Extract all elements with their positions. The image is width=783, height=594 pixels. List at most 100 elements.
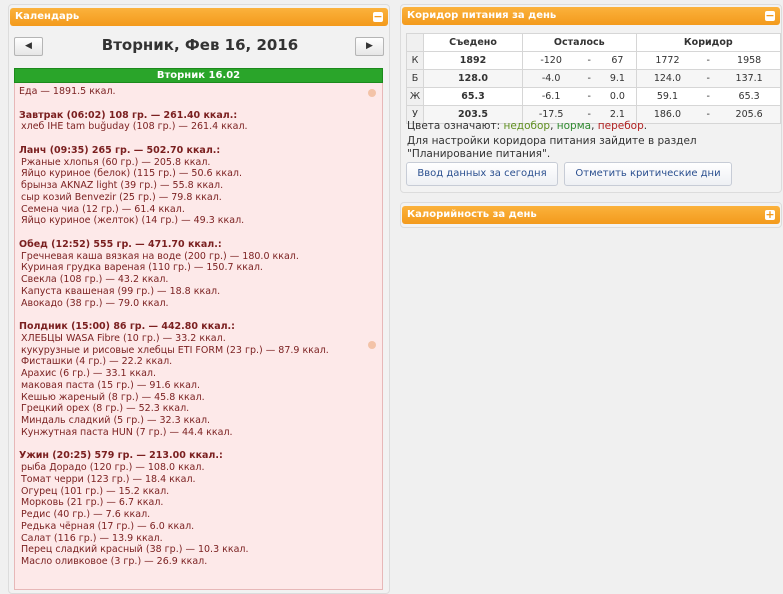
next-day-button[interactable]: ▶ (355, 37, 384, 56)
table-row: Б 128.0 -4.0-9.1 124.0-137.1 (406, 69, 782, 88)
remaining-sep: - (579, 51, 600, 70)
food-total: Еда — 1891.5 ккал. (19, 86, 116, 97)
corridor-min: 124.0 (635, 69, 699, 88)
corridor-sep: - (698, 87, 719, 106)
food-item: кукурузные и рисовые хлебцы ETI FORM (23… (21, 344, 329, 356)
corridor-max: 1958 (718, 51, 782, 70)
eaten-value: 1892 (423, 51, 523, 70)
row-label: Ж (406, 87, 424, 106)
calendar-header[interactable]: Календарь − (10, 8, 388, 26)
corridor-min: 59.1 (635, 87, 699, 106)
food-item: хлеб IHE tam buğuday (108 гр.) — 261.4 к… (21, 121, 248, 133)
remaining-min: -120 (522, 51, 580, 70)
food-item: Перец сладкий красный (38 гр.) — 10.3 кк… (21, 544, 249, 556)
food-item: Грецкий орех (8 гр.) — 52.3 ккал. (21, 403, 190, 415)
meal-header: Ужин (20:25) 579 гр. — 213.00 ккал.: (19, 450, 223, 462)
food-item: ХЛЕБЦЫ WASA Fibre (10 гр.) — 33.2 ккал. (21, 332, 226, 344)
food-item: Капуста квашеная (99 гр.) — 18.8 ккал. (21, 285, 221, 297)
header-empty (406, 33, 424, 52)
legend-prefix: Цвета означают: (407, 120, 501, 132)
remaining-min: -6.1 (522, 87, 580, 106)
remaining-min: -4.0 (522, 69, 580, 88)
food-item: брынза AKNAZ light (39 гр.) — 55.8 ккал. (21, 180, 224, 191)
collapse-icon[interactable]: − (373, 11, 383, 22)
food-item: Редька чёрная (17 гр.) — 6.0 ккал. (21, 520, 195, 532)
food-item: Морковь (21 гр.) — 6.7 ккал. (21, 497, 164, 509)
hint-line-2: "Планирование питания". (407, 148, 551, 160)
peach-marker-icon (368, 341, 376, 349)
food-item: Арахис (6 гр.) — 33.1 ккал. (21, 368, 157, 379)
table-header-row: Съедено Осталось Коридор (406, 33, 782, 52)
corridor-title: Коридор питания за день (407, 10, 557, 21)
food-item: Свекла (108 гр.) — 43.2 ккал. (21, 274, 169, 285)
arrow-right-icon: ▶ (366, 41, 373, 51)
corridor-sep: - (698, 51, 719, 70)
remaining-sep: - (579, 69, 600, 88)
food-item: рыба Дорадо (120 гр.) — 108.0 ккал. (21, 462, 205, 473)
legend-norm: норма (556, 120, 592, 132)
food-diary-list: Еда — 1891.5 ккал. Завтрак (06:02) 108 гр… (14, 83, 383, 590)
table-row: Ж 65.3 -6.1-0.0 59.1-65.3 (406, 87, 782, 106)
remaining-max: 9.1 (599, 69, 637, 88)
remaining-sep: - (579, 87, 600, 106)
remaining-max: 0.0 (599, 87, 637, 106)
corridor-max: 137.1 (718, 69, 782, 88)
corridor-table: Съедено Осталось Коридор К 1892 -120-67 177… (406, 33, 782, 124)
corridor-sep: - (698, 69, 719, 88)
peach-marker-icon (368, 89, 376, 97)
prev-day-button[interactable]: ◀ (14, 37, 43, 56)
food-item: Семена чиа (12 гр.) — 61.4 ккал. (21, 203, 185, 215)
food-item: Редис (40 гр.) — 7.6 ккал. (21, 509, 151, 520)
food-item: Авокадо (38 гр.) — 79.0 ккал. (21, 297, 169, 309)
row-label: К (406, 51, 424, 70)
food-item: Фисташки (4 гр.) — 22.2 ккал. (21, 356, 173, 368)
row-label: Б (406, 69, 424, 88)
food-item: Ржаные хлопья (60 гр.) — 205.8 ккал. (21, 156, 211, 168)
corridor-max: 65.3 (718, 87, 782, 106)
corridor-header[interactable]: Коридор питания за день − (402, 7, 780, 25)
food-item: Гречневая каша вязкая на воде (200 гр.) … (21, 250, 299, 262)
collapse-icon[interactable]: − (765, 10, 775, 21)
food-item: маковая паста (15 гр.) — 91.6 ккал. (21, 379, 200, 391)
hint-line-1: Для настройки коридора питания зайдите в… (407, 135, 697, 147)
corridor-min: 1772 (635, 51, 699, 70)
meal-header: Завтрак (06:02) 108 гр. — 261.40 ккал.: (19, 109, 238, 121)
legend-comma: , (550, 120, 554, 132)
calories-title: Калорийность за день (407, 209, 537, 220)
calendar-title: Календарь (15, 11, 80, 22)
legend-under: недобор (503, 120, 551, 132)
food-item: Кешью жареный (8 гр.) — 45.8 ккал. (21, 391, 205, 403)
food-item: Яйцо куриное (белок) (115 гр.) — 50.6 кк… (21, 168, 242, 180)
food-item: Куриная грудка вареная (110 гр.) — 150.7… (21, 262, 263, 274)
eaten-value: 65.3 (423, 87, 523, 106)
header-remaining: Осталось (522, 33, 637, 52)
food-item: Томат черри (123 гр.) — 18.4 ккал. (21, 473, 196, 485)
legend-over: перебор (597, 120, 644, 132)
legend-end: . (643, 120, 648, 132)
expand-icon[interactable]: + (765, 209, 775, 220)
corridor-max: 205.6 (718, 105, 782, 124)
mark-critical-days-button[interactable]: Отметить критические дни (564, 162, 732, 186)
color-legend: Цвета означают: недобор, норма, перебор. (407, 120, 647, 132)
food-item: Огурец (101 гр.) — 15.2 ккал. (21, 485, 170, 497)
header-eaten: Съедено (423, 33, 523, 52)
legend-comma: , (591, 120, 595, 132)
arrow-left-icon: ◀ (25, 41, 32, 51)
remaining-max: 67 (599, 51, 637, 70)
food-item: сыр козий Benvezir (25 гр.) — 79.8 ккал. (21, 191, 222, 203)
calories-header[interactable]: Калорийность за день + (402, 206, 780, 224)
food-item: Кунжутная паста HUN (7 гр.) — 44.4 ккал. (21, 426, 233, 438)
header-corridor: Коридор (635, 33, 782, 52)
meal-header: Ланч (09:35) 265 гр. — 502.70 ккал.: (19, 144, 221, 156)
table-row: К 1892 -120-67 1772-1958 (406, 51, 782, 70)
eaten-value: 128.0 (423, 69, 523, 88)
food-item: Салат (116 гр.) — 13.9 ккал. (21, 532, 163, 544)
corridor-sep: - (698, 105, 719, 124)
food-item: Миндаль сладкий (5 гр.) — 32.3 ккал. (21, 415, 211, 426)
enter-today-data-button[interactable]: Ввод данных за сегодня (406, 162, 558, 186)
